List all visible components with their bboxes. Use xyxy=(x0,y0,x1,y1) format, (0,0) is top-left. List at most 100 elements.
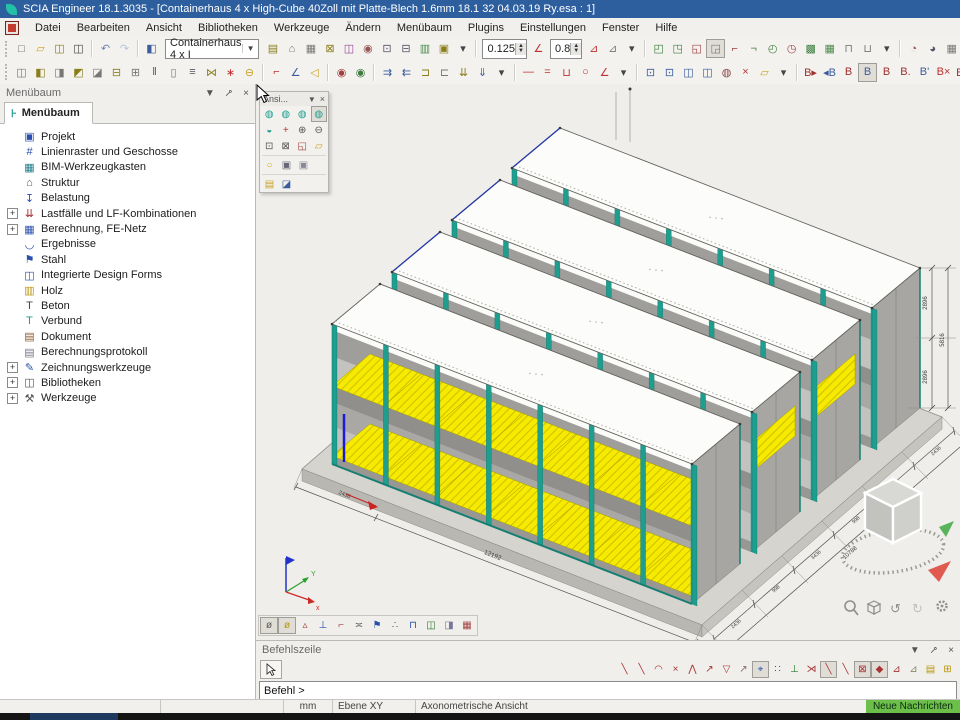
send-back-icon[interactable]: ⊏ xyxy=(435,63,454,82)
plot-icon[interactable]: ⌐ xyxy=(267,63,286,82)
snap-mid-icon[interactable]: ◆ xyxy=(871,661,888,678)
view-toolbar-dropdown-icon[interactable]: ▼ xyxy=(308,95,316,104)
expand-toggle-icon[interactable]: + xyxy=(7,208,18,219)
calculator-icon[interactable]: ▥ xyxy=(415,39,434,58)
menu-hilfe[interactable]: Hilfe xyxy=(647,21,685,35)
grid-red-icon[interactable]: ▦ xyxy=(458,617,476,634)
panel-pin-icon[interactable]: ⊸ xyxy=(222,86,236,100)
menu-einstellungen[interactable]: Einstellungen xyxy=(512,21,594,35)
member-icon[interactable]: ⊠ xyxy=(320,39,339,58)
image-icon[interactable]: ▣ xyxy=(295,157,312,173)
geometry-icon[interactable]: ⌂ xyxy=(282,39,301,58)
snap-doc-icon[interactable]: ▤ xyxy=(922,661,939,678)
expand-toggle-icon[interactable]: + xyxy=(7,377,18,388)
blob-icon[interactable]: ◍ xyxy=(717,63,736,82)
snap-peak-icon[interactable]: ⋀ xyxy=(684,661,701,678)
dots-icon[interactable]: ∴ xyxy=(386,617,404,634)
menu-fenster[interactable]: Fenster xyxy=(594,21,647,35)
toolbar-grip[interactable] xyxy=(5,41,7,57)
preview-icon[interactable]: ⊟ xyxy=(396,39,415,58)
window-icon[interactable]: ◪ xyxy=(278,176,295,192)
image-icon[interactable]: ▣ xyxy=(278,157,295,173)
tree-item-lastfaelle[interactable]: +⇊Lastfälle und LF-Kombinationen xyxy=(7,206,253,221)
frame-tool-icon[interactable]: ▦ xyxy=(820,39,839,58)
zoom-selection-icon[interactable]: ◱ xyxy=(294,138,311,154)
level-icon[interactable]: ≍ xyxy=(350,617,368,634)
snap-angle-icon[interactable]: ⊿ xyxy=(888,661,905,678)
open-view-icon[interactable]: ▱ xyxy=(311,138,328,154)
snap-grid-icon[interactable]: ∷ xyxy=(769,661,786,678)
move-back-icon[interactable]: ⇇ xyxy=(397,63,416,82)
scale-stepper[interactable]: 0.8 ▲▼ xyxy=(550,39,582,59)
tree-item-projekt[interactable]: ▣Projekt xyxy=(7,129,253,144)
star-tool-icon[interactable]: ∗ xyxy=(221,63,240,82)
copy-model-icon[interactable]: ◫ xyxy=(339,39,358,58)
menu-plugins[interactable]: Plugins xyxy=(460,21,512,35)
mesh-icon[interactable]: ▦ xyxy=(301,39,320,58)
panel-icon[interactable]: ◫ xyxy=(422,617,440,634)
menu-ansicht[interactable]: Ansicht xyxy=(138,21,190,35)
render-mode-icon[interactable]: ◍ xyxy=(294,106,311,122)
more-arrow-icon[interactable]: ▾ xyxy=(622,39,641,58)
zoom-extents-icon[interactable] xyxy=(845,601,858,615)
frame-tool-icon[interactable]: ◰ xyxy=(649,39,668,58)
menu-aendern[interactable]: Ändern xyxy=(337,21,388,35)
find-icon[interactable]: ◕ xyxy=(923,39,942,58)
clipboard-icon[interactable]: ▤ xyxy=(261,176,278,192)
workspace-icon[interactable]: ◧ xyxy=(142,39,161,58)
container-tool-icon[interactable]: ⊞ xyxy=(126,63,145,82)
cube-view-icon[interactable] xyxy=(868,601,880,614)
marker-icon[interactable]: ◁ xyxy=(305,63,324,82)
render-mode-icon[interactable]: ◍ xyxy=(278,106,295,122)
zoom-all-icon[interactable]: ⊠ xyxy=(278,138,295,154)
snap-edge-icon[interactable]: ╲ xyxy=(820,661,837,678)
tree-item-struktur[interactable]: ⌂Struktur xyxy=(7,175,253,190)
zoom-window-icon[interactable]: ⊡ xyxy=(261,138,278,154)
view-toolbar-header[interactable]: Ansi... ▼ × xyxy=(260,92,328,106)
beam-tool-icon[interactable]: B× xyxy=(934,63,953,82)
undo-icon[interactable]: ↶ xyxy=(96,39,115,58)
active-model-combobox[interactable]: Containerhaus 4 x I ▼ xyxy=(165,39,259,59)
axes-icon[interactable]: + xyxy=(278,122,295,138)
support-icon[interactable]: ⊥ xyxy=(314,617,332,634)
viewport[interactable]: 2896 2896 5816 12192 2438 2436 998 3436 … xyxy=(256,84,960,640)
container-tool-icon[interactable]: ◫ xyxy=(12,63,31,82)
angle-icon[interactable]: ∠ xyxy=(529,39,548,58)
check-structure-icon[interactable]: ◉ xyxy=(358,39,377,58)
panel-close-icon[interactable]: × xyxy=(948,645,954,656)
zoom-factor-stepper[interactable]: 0.125 ▲▼ xyxy=(482,39,526,59)
new-file-icon[interactable]: □ xyxy=(12,39,31,58)
panel-close-icon[interactable]: × xyxy=(243,88,249,99)
tree-item-zeichnungswerkzeuge[interactable]: +✎Zeichnungswerkzeuge xyxy=(7,360,253,375)
zoom-in-icon[interactable]: ⊕ xyxy=(294,122,311,138)
toolbar-grip[interactable] xyxy=(5,64,7,80)
beam-tool-icon[interactable]: B' xyxy=(915,63,934,82)
tree-item-holz[interactable]: ▥Holz xyxy=(7,283,253,298)
render-mode-icon[interactable]: ◍ xyxy=(261,106,278,122)
panel-dropdown-icon[interactable]: ▼ xyxy=(205,88,215,99)
duplicate-icon[interactable]: ◫ xyxy=(679,63,698,82)
view-point-icon[interactable]: ◉ xyxy=(332,63,351,82)
folder-icon[interactable]: ▱ xyxy=(755,63,774,82)
frame-icon[interactable]: ⊓ xyxy=(404,617,422,634)
draw-angle-icon[interactable]: ∠ xyxy=(595,63,614,82)
select-mode-icon[interactable]: ø xyxy=(260,617,278,634)
container-tool-icon[interactable]: ◩ xyxy=(69,63,88,82)
more-arrow-icon[interactable]: ▾ xyxy=(614,63,633,82)
container-tool-icon[interactable]: ◨ xyxy=(50,63,69,82)
snap-triangle-icon[interactable]: ▽ xyxy=(718,661,735,678)
half-panel-icon[interactable]: ◨ xyxy=(440,617,458,634)
snap-edge-icon[interactable]: ╲ xyxy=(837,661,854,678)
mirror-icon[interactable]: ◫ xyxy=(698,63,717,82)
delete-icon[interactable]: × xyxy=(736,63,755,82)
draw-double-icon[interactable]: = xyxy=(538,63,557,82)
database-icon[interactable]: ▣ xyxy=(434,39,453,58)
tree-item-dokument[interactable]: ▤Dokument xyxy=(7,329,253,344)
more-arrow-icon[interactable]: ▾ xyxy=(453,39,472,58)
snap-table-icon[interactable]: ⊞ xyxy=(939,661,956,678)
more-arrow-icon[interactable]: ▾ xyxy=(774,63,793,82)
menu-bibliotheken[interactable]: Bibliotheken xyxy=(190,21,266,35)
stepper-arrows-icon[interactable]: ▲▼ xyxy=(570,43,581,55)
new-messages-badge[interactable]: Neue Nachrichten xyxy=(866,700,960,713)
redo-icon[interactable]: ↷ xyxy=(115,39,134,58)
